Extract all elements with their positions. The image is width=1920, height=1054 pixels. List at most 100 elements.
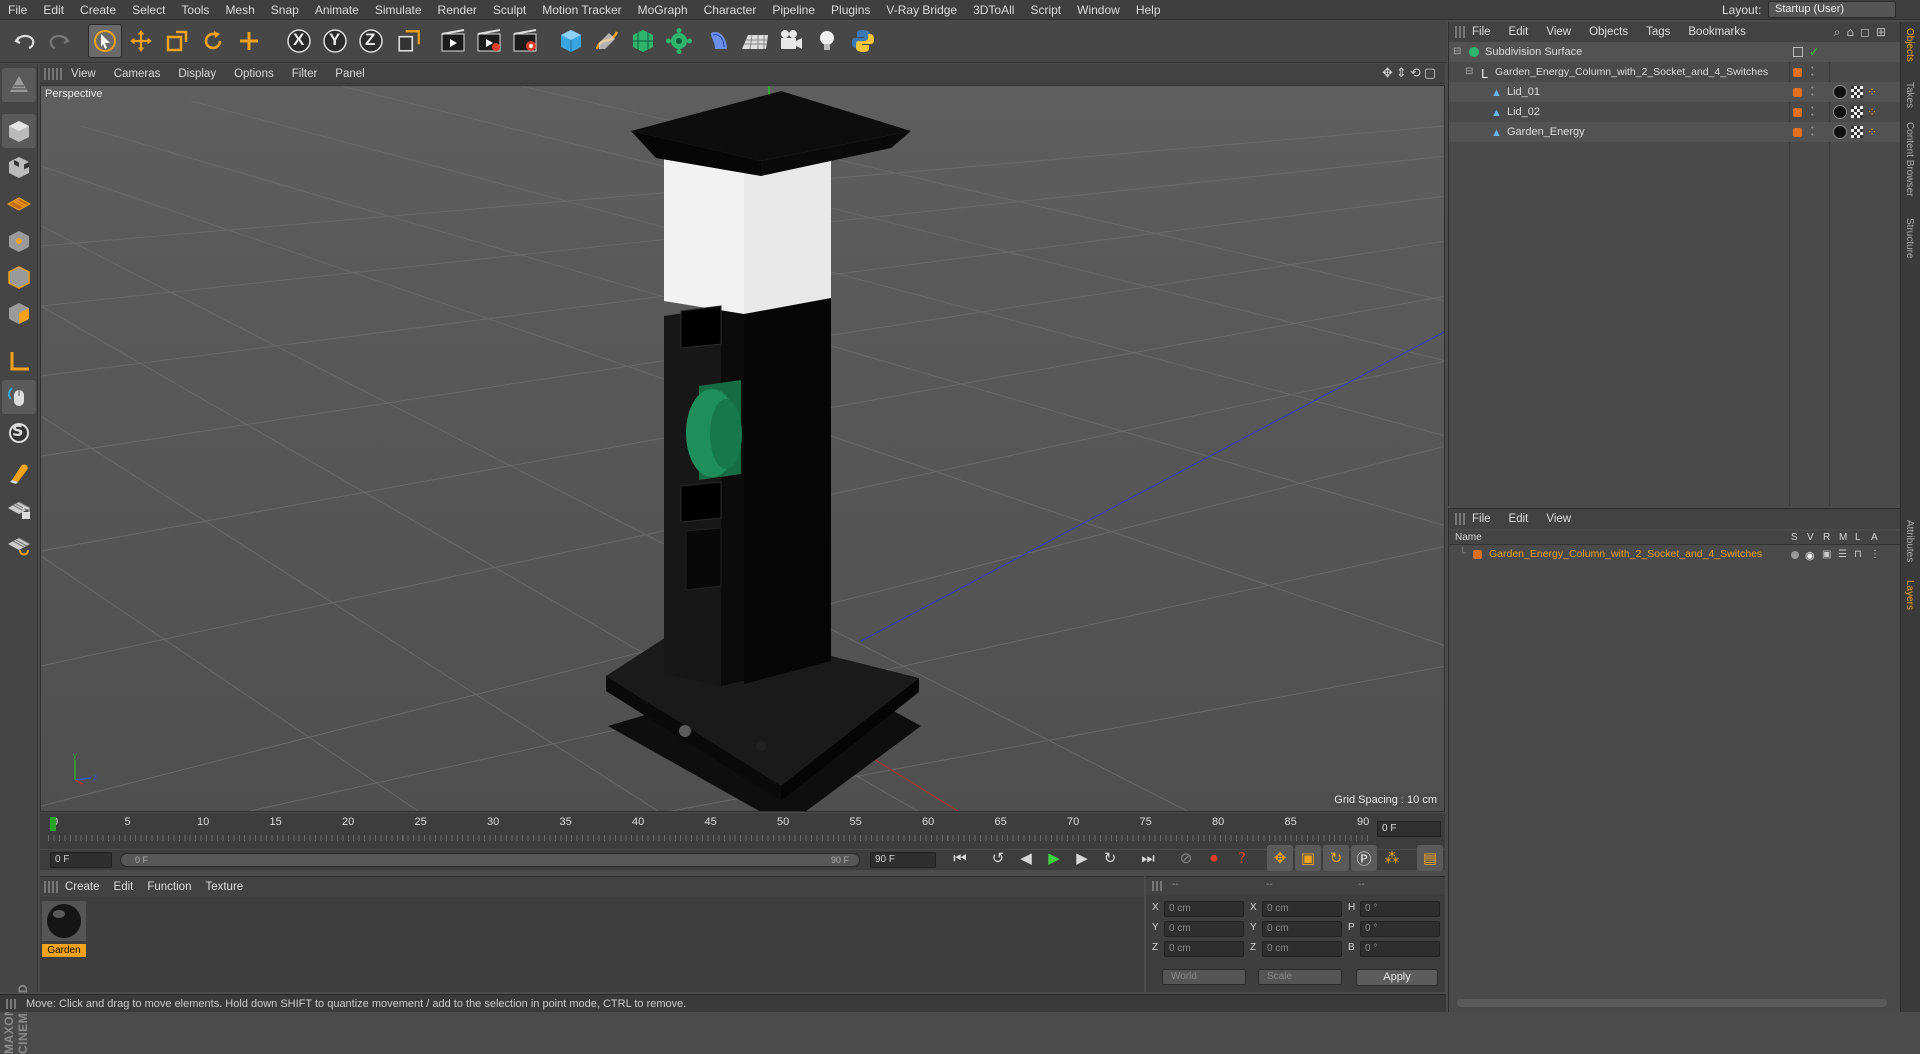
collapse-toggle-icon[interactable]: ⊟: [1453, 42, 1461, 62]
object-menu-bookmarks[interactable]: Bookmarks: [1679, 26, 1755, 38]
key-scale-icon[interactable]: ▣: [1295, 845, 1321, 871]
menu-simulate[interactable]: Simulate: [367, 3, 430, 17]
uvw-tag-icon[interactable]: [1851, 86, 1863, 98]
menu-plugins[interactable]: Plugins: [823, 3, 878, 17]
previous-key-icon[interactable]: ↺: [985, 845, 1011, 871]
edit-render-settings-icon[interactable]: [508, 24, 542, 58]
goto-end-icon[interactable]: ⏭: [1135, 845, 1161, 871]
material-menu-edit[interactable]: Edit: [107, 881, 141, 893]
coord-size-x-field[interactable]: 0 cm: [1262, 901, 1342, 917]
current-frame-field[interactable]: 0 F: [1377, 821, 1441, 837]
coord-position-z-field[interactable]: 0 cm: [1164, 941, 1244, 957]
selection-tag-icon[interactable]: ⁘: [1867, 82, 1877, 102]
visibility-dots-icon[interactable]: • •: [1811, 85, 1813, 99]
polygons-mode-icon[interactable]: [2, 296, 36, 330]
enabled-check-icon[interactable]: ✓: [1809, 42, 1819, 62]
layer-menu-edit[interactable]: Edit: [1500, 513, 1538, 525]
camera-icon[interactable]: [774, 24, 808, 58]
layer-header-render[interactable]: R: [1823, 531, 1830, 545]
cube-icon[interactable]: [554, 24, 588, 58]
viewport-menu-display[interactable]: Display: [169, 68, 225, 80]
rotate-icon[interactable]: [196, 24, 230, 58]
menu-character[interactable]: Character: [696, 3, 765, 17]
material-menu-function[interactable]: Function: [140, 881, 198, 893]
uvw-tag-icon[interactable]: [1851, 126, 1863, 138]
tree-row-lid-01[interactable]: ▲ Lid_01 • • ⁘: [1449, 82, 1901, 102]
side-tab-takes[interactable]: Takes: [1904, 82, 1915, 108]
layer-scrollbar[interactable]: [1457, 999, 1887, 1007]
layer-header-animation[interactable]: A: [1871, 531, 1878, 545]
snap-icon[interactable]: S: [2, 416, 36, 450]
texture-mode-icon[interactable]: [2, 150, 36, 184]
menu-file[interactable]: File: [0, 3, 35, 17]
light-icon[interactable]: [810, 24, 844, 58]
3d-viewport[interactable]: Perspective Grid Spacing : 10 cm y z: [40, 85, 1445, 812]
menu-edit[interactable]: Edit: [35, 3, 72, 17]
layer-render-icon[interactable]: ▣: [1822, 549, 1831, 560]
make-editable-icon[interactable]: [2, 68, 36, 102]
menu-mograph[interactable]: MoGraph: [630, 3, 696, 17]
coord-position-y-field[interactable]: 0 cm: [1164, 921, 1244, 937]
end-frame-field[interactable]: 90 F: [870, 852, 936, 868]
autokey-icon[interactable]: ⏺: [1201, 845, 1227, 871]
visibility-dots-icon[interactable]: • •: [1811, 125, 1813, 139]
frame-range-slider[interactable]: 0 F 90 F: [120, 853, 860, 867]
model-mode-icon[interactable]: [2, 114, 36, 148]
viewport-menu-options[interactable]: Options: [225, 68, 283, 80]
layer-header-solo[interactable]: S: [1791, 531, 1798, 545]
menu-animate[interactable]: Animate: [307, 3, 367, 17]
key-parameter-icon[interactable]: Ⓟ: [1351, 845, 1377, 871]
menu-pipeline[interactable]: Pipeline: [764, 3, 823, 17]
coordinate-system-icon[interactable]: [392, 24, 426, 58]
timeline-window-icon[interactable]: ▤: [1417, 845, 1443, 871]
start-frame-field[interactable]: 0 F: [50, 852, 112, 868]
magnet-icon[interactable]: [2, 456, 36, 490]
layer-header-locked[interactable]: L: [1855, 531, 1861, 545]
viewport-menu-panel[interactable]: Panel: [326, 68, 373, 80]
menu-motion-tracker[interactable]: Motion Tracker: [534, 3, 629, 17]
side-tab-content-browser[interactable]: Content Browser: [1904, 122, 1915, 196]
layer-solo-icon[interactable]: [1791, 551, 1799, 559]
viewport-menu-filter[interactable]: Filter: [283, 68, 327, 80]
points-mode-icon[interactable]: [2, 224, 36, 258]
layer-visible-icon[interactable]: ◉: [1805, 549, 1815, 562]
apply-button[interactable]: Apply: [1356, 969, 1438, 986]
y-axis-icon[interactable]: Y: [318, 24, 352, 58]
menu-3dtoall[interactable]: 3DToAll: [965, 3, 1022, 17]
visibility-dots-icon[interactable]: • •: [1811, 65, 1813, 79]
layer-color-dot[interactable]: [1793, 108, 1802, 117]
key-pla-icon[interactable]: ⁂: [1379, 845, 1405, 871]
python-icon[interactable]: [846, 24, 880, 58]
coord-rotation-h-field[interactable]: 0 °: [1360, 901, 1440, 917]
menu-window[interactable]: Window: [1069, 3, 1128, 17]
tree-row-garden-energy-column[interactable]: ⊟ L Garden_Energy_Column_with_2_Socket_a…: [1449, 62, 1901, 82]
workplane-grid-icon[interactable]: [2, 528, 36, 562]
material-menu-create[interactable]: Create: [58, 881, 107, 893]
layer-animation-icon[interactable]: ⋮: [1870, 549, 1880, 560]
layout-select[interactable]: Startup (User): [1768, 1, 1896, 18]
coord-rotation-b-field[interactable]: 0 °: [1360, 941, 1440, 957]
layer-color-dot[interactable]: [1793, 68, 1802, 77]
layer-color-dot[interactable]: [1793, 88, 1802, 97]
material-menu-texture[interactable]: Texture: [198, 881, 250, 893]
tweak-mode-icon[interactable]: [2, 380, 36, 414]
coordinate-system-select[interactable]: World: [1162, 969, 1246, 985]
side-tab-attributes[interactable]: Attributes: [1904, 520, 1915, 562]
side-tab-structure[interactable]: Structure: [1904, 218, 1915, 259]
live-selection-icon[interactable]: [88, 24, 122, 58]
layer-row[interactable]: └ Garden_Energy_Column_with_2_Socket_and…: [1449, 546, 1901, 564]
deformer-icon[interactable]: [702, 24, 736, 58]
coord-rotation-p-field[interactable]: 0 °: [1360, 921, 1440, 937]
layer-manager-icon[interactable]: ☰: [1838, 549, 1847, 560]
pen-spline-icon[interactable]: [590, 24, 624, 58]
selection-tag-icon[interactable]: ⁘: [1867, 102, 1877, 122]
menu-snap[interactable]: Snap: [263, 3, 307, 17]
layer-menu-file[interactable]: File: [1463, 513, 1500, 525]
key-rotation-icon[interactable]: ↻: [1323, 845, 1349, 871]
edges-mode-icon[interactable]: [2, 260, 36, 294]
material-tag-icon[interactable]: [1833, 85, 1847, 99]
coord-size-y-field[interactable]: 0 cm: [1262, 921, 1342, 937]
goto-start-icon[interactable]: ⏮: [947, 845, 973, 871]
viewport-menu-view[interactable]: View: [62, 68, 105, 80]
layer-menu-view[interactable]: View: [1537, 513, 1580, 525]
